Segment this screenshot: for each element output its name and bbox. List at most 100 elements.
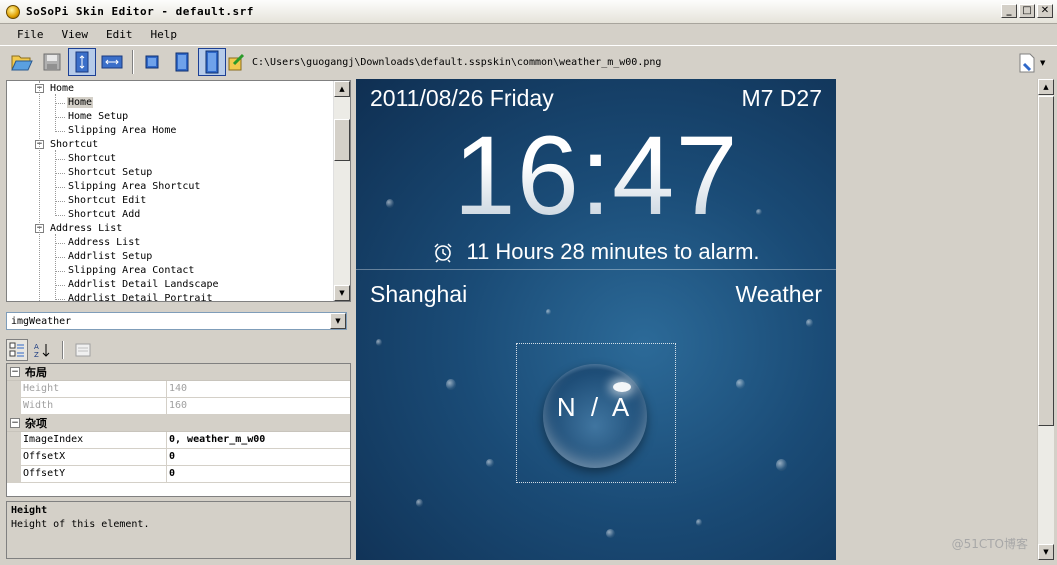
tree-item[interactable]: Addrlist Setup — [67, 250, 153, 264]
property-name: Width — [21, 398, 167, 414]
collapse-icon[interactable]: − — [10, 418, 20, 428]
tree-connector — [55, 243, 65, 244]
category-label: 布局 — [25, 366, 47, 379]
tree-connector — [55, 187, 65, 188]
property-row[interactable]: OffsetY 0 — [7, 466, 350, 483]
collapse-icon[interactable]: − — [10, 367, 20, 377]
tree-group[interactable]: Home — [49, 82, 75, 96]
tree-item[interactable]: Shortcut Edit — [67, 194, 147, 208]
divider-line — [356, 269, 836, 270]
tree-group[interactable]: Address List — [49, 222, 123, 236]
property-name: ImageIndex — [21, 432, 167, 448]
tree-item-label: Shortcut Edit — [68, 195, 147, 206]
tree-item[interactable]: Addrlist Detail Portrait — [67, 292, 214, 301]
menu-help[interactable]: Help — [142, 28, 187, 41]
sort-alpha-icon: AZ — [34, 343, 50, 358]
element-selector[interactable]: imgWeather ▼ — [6, 312, 347, 330]
scroll-up-icon[interactable]: ▲ — [334, 81, 350, 97]
menu-file[interactable]: File — [8, 28, 53, 41]
tree-group[interactable]: Shortcut — [49, 138, 99, 152]
property-pages-button[interactable] — [72, 339, 94, 361]
svg-text:A: A — [34, 343, 39, 351]
open-button[interactable] — [8, 48, 36, 76]
property-grid[interactable]: − 布局 Height 140 Width 160 − 杂项 ImageInde… — [6, 363, 351, 497]
tree-item[interactable]: Home — [67, 96, 94, 110]
save-icon — [43, 53, 61, 71]
menu-edit[interactable]: Edit — [97, 28, 142, 41]
tree-scrollbar[interactable]: ▲ ▼ — [333, 81, 350, 301]
size-small-button[interactable] — [138, 48, 166, 76]
property-row[interactable]: ImageIndex 0, weather_m_w00 — [7, 432, 350, 449]
tree-item-label: Home Setup — [68, 111, 129, 122]
skin-preview[interactable]: 2011/08/26 Friday M7 D27 16:47 11 Hours … — [356, 79, 836, 560]
close-button[interactable]: ✕ — [1037, 4, 1053, 18]
scroll-thumb[interactable] — [1038, 96, 1054, 426]
tree-item-label: Addrlist Detail Landscape — [68, 279, 219, 290]
landscape-mode-button[interactable] — [98, 48, 126, 76]
tree-item[interactable]: Shortcut Add — [67, 208, 141, 222]
preview-scrollbar[interactable]: ▲ ▼ — [1037, 79, 1054, 560]
tree-item[interactable]: Address List — [67, 236, 141, 250]
size-large-button[interactable] — [198, 48, 226, 76]
window-controls: _ □ ✕ — [1001, 4, 1053, 18]
property-category-layout[interactable]: − 布局 — [7, 364, 350, 381]
img-weather-selection[interactable]: N / A — [516, 343, 676, 483]
scroll-up-icon[interactable]: ▲ — [1038, 79, 1054, 95]
chevron-down-icon[interactable]: ▼ — [330, 313, 346, 329]
minimize-button[interactable]: _ — [1001, 4, 1017, 18]
tree-item-label: Shortcut Add — [68, 209, 141, 220]
date-text: 2011/08/26 Friday — [370, 85, 554, 111]
tree-item[interactable]: Shortcut Setup — [67, 166, 153, 180]
tree-item-label: Slipping Area Shortcut — [68, 181, 201, 192]
scroll-thumb[interactable] — [334, 119, 350, 161]
scroll-down-icon[interactable]: ▼ — [334, 285, 350, 301]
tree-item-label: Shortcut Setup — [68, 167, 153, 178]
element-selector-value: imgWeather — [11, 315, 72, 327]
scroll-down-icon[interactable]: ▼ — [1038, 544, 1054, 560]
menu-bar: File View Edit Help — [0, 24, 1057, 45]
tree-item-label: Slipping Area Contact — [68, 265, 195, 276]
options-dropdown[interactable]: ▼ — [1016, 52, 1045, 74]
tree-item-label: Addrlist Setup — [68, 251, 153, 262]
property-value[interactable]: 160 — [167, 398, 350, 414]
alarm-clock-icon — [434, 243, 452, 263]
window-title: SoSoPi Skin Editor - default.srf — [26, 5, 254, 18]
property-category-misc[interactable]: − 杂项 — [7, 415, 350, 432]
tree-connector — [55, 117, 65, 118]
tree-item-label: Slipping Area Home — [68, 125, 177, 136]
property-name: Height — [21, 381, 167, 397]
property-value[interactable]: 0, weather_m_w00 — [167, 432, 350, 448]
property-row[interactable]: OffsetX 0 — [7, 449, 350, 466]
row-gutter — [7, 381, 21, 397]
menu-view[interactable]: View — [53, 28, 98, 41]
weather-label: Weather — [735, 281, 822, 307]
alphabetical-button[interactable]: AZ — [32, 339, 54, 361]
maximize-button[interactable]: □ — [1019, 4, 1035, 18]
tree-guide — [55, 234, 56, 300]
folder-open-icon — [11, 55, 33, 71]
categorized-button[interactable] — [6, 339, 28, 361]
tree-item-label: Home — [67, 97, 94, 108]
tree-connector — [55, 271, 65, 272]
property-value[interactable]: 0 — [167, 466, 350, 482]
size-medium-button[interactable] — [168, 48, 196, 76]
tree-item[interactable]: Slipping Area Shortcut — [67, 180, 201, 194]
tree-item[interactable]: Slipping Area Contact — [67, 264, 195, 278]
property-value[interactable]: 140 — [167, 381, 350, 397]
row-gutter — [7, 449, 21, 465]
property-row[interactable]: Width 160 — [7, 398, 350, 415]
tree-item[interactable]: Shortcut — [67, 152, 117, 166]
tree-connector — [55, 299, 65, 300]
tree-item[interactable]: Home Setup — [67, 110, 129, 124]
screen-tree[interactable]: Home − Home Home Setup Slipping Area Home Sho… — [6, 80, 351, 302]
document-settings-icon — [1019, 53, 1035, 73]
description-text: Height of this element. — [11, 519, 150, 530]
tree-item[interactable]: Addrlist Detail Landscape — [67, 278, 220, 292]
property-row[interactable]: Height 140 — [7, 381, 350, 398]
property-description: Height Height of this element. — [6, 501, 351, 559]
portrait-mode-button[interactable] — [68, 48, 96, 76]
category-label: 杂项 — [25, 417, 47, 430]
save-button[interactable] — [38, 48, 66, 76]
property-value[interactable]: 0 — [167, 449, 350, 465]
tree-item[interactable]: Slipping Area Home — [67, 124, 177, 138]
